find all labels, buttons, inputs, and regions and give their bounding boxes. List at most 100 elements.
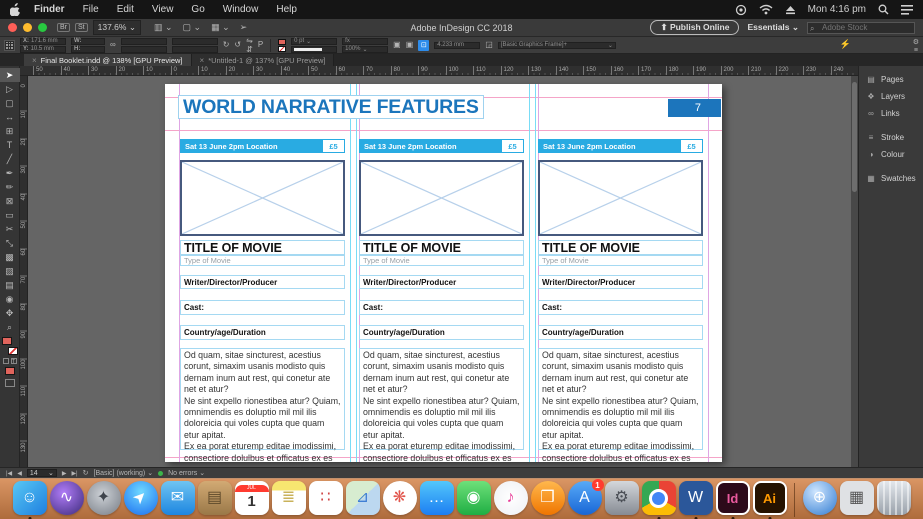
wifi-icon[interactable] <box>759 4 773 15</box>
zoom-window-button[interactable] <box>38 23 47 32</box>
next-page-button[interactable]: ▶ <box>62 470 67 477</box>
tool-button-gradient-feather-tool[interactable]: ▨ <box>0 264 20 278</box>
dock-app-icon-mail[interactable]: ✉ <box>160 481 195 515</box>
screen-mode-dropdown[interactable]: ▢ ⌄ <box>183 22 202 33</box>
stroke-weight-field[interactable]: 0 pt ⌄ <box>291 37 338 45</box>
formatting-container-icon[interactable] <box>2 358 9 364</box>
share-icon[interactable]: ➢ <box>240 22 248 33</box>
quick-apply-icon[interactable]: ⚡ <box>840 39 851 50</box>
status-circle-icon[interactable] <box>735 4 747 16</box>
movie-description-frame[interactable]: Od quam, sitae sincturest, acestius coru… <box>359 348 524 463</box>
flip-horizontal-icon[interactable]: ⇋ <box>246 36 253 45</box>
writer-director-frame[interactable]: Writer/Director/Producer <box>180 275 345 289</box>
tool-button-free-transform-tool[interactable]: ⤡ <box>0 236 20 250</box>
menu-item[interactable]: Window <box>214 4 268 15</box>
panel-tab-swatches[interactable]: ▦ Swatches <box>859 170 923 187</box>
page-number-dropdown[interactable]: 14 ⌄ <box>26 469 57 477</box>
tool-button-pen-tool[interactable]: ✒ <box>0 166 20 180</box>
publish-online-button[interactable]: ⬆ Publish Online <box>650 20 740 35</box>
stroke-color-swatch[interactable] <box>278 45 287 52</box>
image-placeholder-frame[interactable] <box>538 160 703 236</box>
dock-app-icon-messages[interactable]: … <box>419 481 454 515</box>
corner-size-field[interactable]: 4.233 mm <box>434 41 481 49</box>
rotate-ccw-icon[interactable]: ↺ <box>234 41 241 49</box>
dock-app-icon-app-store[interactable]: A 1 <box>567 479 604 515</box>
tool-button-type-tool[interactable]: T <box>0 138 20 152</box>
movie-type-frame[interactable]: Type of Movie <box>359 255 524 266</box>
dock-app-icon-ibooks[interactable]: ❒ <box>530 481 565 515</box>
tool-button-scissors-tool[interactable]: ✂ <box>0 222 20 236</box>
panel-tab-colour[interactable]: ◑ Colour <box>859 146 923 163</box>
panel-tab-links[interactable]: ∞ Links <box>859 105 923 122</box>
dock-app-icon-trash[interactable] <box>876 481 911 515</box>
dock-app-icon-word[interactable]: W <box>678 481 713 515</box>
y-position-field[interactable]: Y: 10.5 mm <box>20 45 66 53</box>
dock-app-icon-finder[interactable]: ☺ <box>12 481 47 515</box>
page-number-box[interactable]: 7 <box>668 99 721 117</box>
movie-description-frame[interactable]: Od quam, sitae sincturest, acestius coru… <box>180 348 345 463</box>
menu-item[interactable]: File <box>74 4 108 15</box>
fill-stroke-swatches[interactable] <box>1 337 18 355</box>
menu-clock[interactable]: Mon 4:16 pm <box>808 4 866 15</box>
adobe-stock-search-input[interactable] <box>807 21 915 34</box>
movie-type-frame[interactable]: Type of Movie <box>538 255 703 266</box>
close-tab-icon[interactable]: × <box>32 56 37 65</box>
rotate-cw-icon[interactable]: ↻ <box>223 41 230 49</box>
eject-icon[interactable] <box>785 5 796 15</box>
menu-item[interactable]: Help <box>267 4 306 15</box>
bridge-button[interactable]: Br <box>57 23 70 32</box>
panel-gear-icon[interactable]: ⚙ <box>913 38 919 46</box>
first-page-button[interactable]: |◀ <box>6 470 12 477</box>
stroke-swatch[interactable] <box>7 347 18 355</box>
dock-app-icon-launchpad[interactable]: ✦ <box>86 481 121 515</box>
movie-title-frame[interactable]: TITLE OF MOVIE <box>538 240 703 255</box>
x-position-field[interactable]: X: 171.6 mm <box>20 37 66 45</box>
formatting-text-icon[interactable]: T <box>10 358 17 365</box>
scale-y-field[interactable] <box>120 45 167 53</box>
dock-app-icon-itunes[interactable]: ♪ <box>493 481 528 515</box>
reference-point-proxy[interactable] <box>4 39 15 51</box>
preflight-profile-dropdown[interactable]: [Basic] (working) ⌄ <box>94 469 154 477</box>
canvas-vertical-scrollbar[interactable] <box>851 76 858 467</box>
dock-app-icon-contacts[interactable]: ▤ <box>197 481 232 515</box>
spotlight-search-icon[interactable] <box>878 4 889 15</box>
cast-frame[interactable]: Cast: <box>180 300 345 315</box>
minimize-window-button[interactable] <box>23 23 32 32</box>
preflight-refresh-icon[interactable]: ↻ <box>83 469 89 477</box>
tool-button-page-tool[interactable]: ▢ <box>0 96 20 110</box>
image-placeholder-frame[interactable] <box>180 160 345 236</box>
panel-menu-icon[interactable]: ≡ <box>913 47 919 54</box>
tool-button-rectangle-tool[interactable]: ▭ <box>0 208 20 222</box>
screen-mode-button[interactable] <box>4 379 15 387</box>
country-age-duration-frame[interactable]: Country/age/Duration <box>359 325 524 340</box>
movie-type-frame[interactable]: Type of Movie <box>180 255 345 266</box>
dock-app-icon-system-preferences[interactable]: ⚙ <box>604 481 639 515</box>
select-container-icon[interactable]: P <box>258 41 263 49</box>
apply-colour-swatch[interactable] <box>4 367 15 375</box>
event-header-bar[interactable]: Sat 13 June 2pm Location £5 <box>180 139 345 153</box>
constrain-proportions-icon[interactable]: ∞ <box>110 41 116 49</box>
image-placeholder-frame[interactable] <box>359 160 524 236</box>
fill-swatch[interactable] <box>1 337 12 345</box>
dock-app-icon-network-globe[interactable]: ⊕ <box>802 481 837 515</box>
menu-item[interactable]: Edit <box>108 4 143 15</box>
corner-options-icon[interactable]: ◲ <box>485 41 493 49</box>
cast-frame[interactable]: Cast: <box>359 300 524 315</box>
zoom-level-dropdown[interactable]: 137.6% ⌄ <box>92 20 141 35</box>
menu-item[interactable]: Go <box>182 4 213 15</box>
arrange-documents-dropdown[interactable]: ▦ ⌄ <box>211 22 230 33</box>
document-tab[interactable]: × Final Booklet.indd @ 138% [GPU Preview… <box>24 54 192 66</box>
width-field[interactable]: W: <box>71 37 105 45</box>
tool-button-content-collector-tool[interactable]: ⊞ <box>0 124 20 138</box>
wrap-bounding-icon[interactable]: ▣ <box>406 41 414 49</box>
dock-app-icon-photos[interactable]: ❋ <box>382 481 417 515</box>
menu-item[interactable]: View <box>143 4 183 15</box>
tool-button-direct-selection-tool[interactable]: ▷ <box>0 82 20 96</box>
workspace-switcher[interactable]: Essentials ⌄ <box>747 22 799 33</box>
tool-button-pencil-tool[interactable]: ✏ <box>0 180 20 194</box>
writer-director-frame[interactable]: Writer/Director/Producer <box>538 275 703 289</box>
event-header-bar[interactable]: Sat 13 June 2pm Location £5 <box>359 139 524 153</box>
page-headline[interactable]: WORLD NARRATIVE FEATURES <box>178 95 484 119</box>
dock-app-icon-illustrator[interactable]: Ai <box>752 481 787 515</box>
event-header-bar[interactable]: Sat 13 June 2pm Location £5 <box>538 139 703 153</box>
